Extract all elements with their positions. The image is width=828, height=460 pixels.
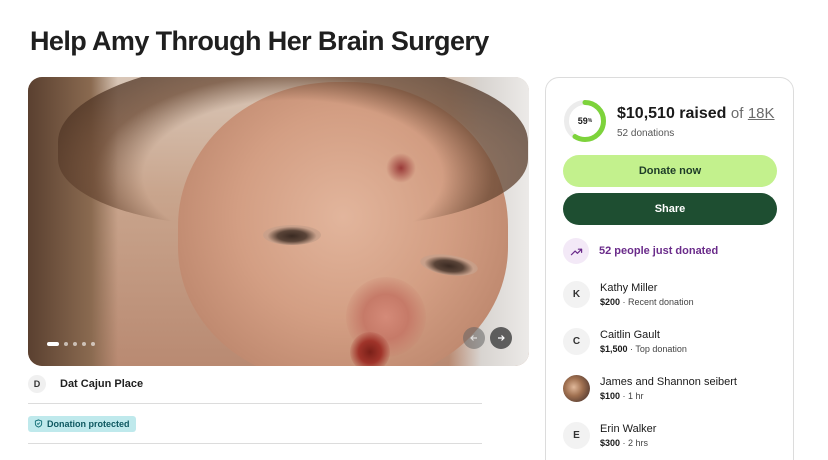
donation-card: 59% $10,510 raised of 18K 52 donations D…: [545, 77, 794, 460]
donation-amount: $300: [600, 438, 621, 448]
donor-item: K Kathy Miller $200 · Recent donation: [563, 281, 694, 308]
donor-name: Kathy Miller: [600, 282, 658, 294]
organizer[interactable]: D Dat Cajun Place: [28, 375, 143, 393]
progress-ring: 59%: [563, 99, 607, 143]
next-slide-button[interactable]: [490, 327, 512, 349]
donor-item: James and Shannon seibert $100 · 1 hr: [563, 375, 737, 402]
organizer-name[interactable]: Dat Cajun Place: [60, 378, 143, 390]
share-button[interactable]: Share: [563, 193, 777, 225]
donation-count: 52 donations: [617, 128, 675, 139]
donor-name: James and Shannon seibert: [600, 376, 737, 388]
donor-avatar: [563, 375, 590, 402]
donate-now-button[interactable]: Donate now: [563, 155, 777, 187]
goal-link[interactable]: 18K: [748, 105, 775, 122]
donation-amount: $1,500: [600, 344, 628, 354]
donation-note: · Recent donation: [620, 297, 694, 307]
donor-item: C Caitlin Gault $1,500 · Top donation: [563, 328, 687, 355]
badge-label: Donation protected: [47, 419, 130, 429]
donation-note: · 2 hrs: [620, 438, 649, 448]
campaign-photo[interactable]: [28, 77, 529, 366]
slide-indicator[interactable]: [47, 342, 95, 346]
amount-raised: $10,510 raised of 18K: [617, 105, 775, 122]
donor-avatar: E: [563, 422, 590, 449]
slide-dot[interactable]: [64, 342, 68, 346]
donation-note: · 1 hr: [620, 391, 644, 401]
progress-percent: 59: [577, 116, 588, 126]
arrow-left-icon: [470, 335, 477, 341]
arrow-right-icon: [498, 335, 505, 341]
donor-avatar: K: [563, 281, 590, 308]
organizer-avatar: D: [28, 375, 46, 393]
slide-dot-active[interactable]: [47, 342, 59, 346]
donor-item: E Erin Walker $300 · 2 hrs: [563, 422, 656, 449]
slide-dot[interactable]: [82, 342, 86, 346]
previous-slide-button[interactable]: [463, 327, 485, 349]
recent-donations-indicator[interactable]: 52 people just donated: [563, 238, 718, 264]
divider: [28, 443, 482, 444]
donation-note: · Top donation: [627, 344, 687, 354]
trending-up-icon: [563, 238, 589, 264]
shield-icon: [34, 418, 43, 430]
donation-protected-badge[interactable]: Donation protected: [28, 416, 136, 432]
slide-dot[interactable]: [73, 342, 77, 346]
slide-dot[interactable]: [91, 342, 95, 346]
divider: [28, 403, 482, 404]
recent-donations-text: 52 people just donated: [599, 245, 719, 257]
page-title: Help Amy Through Her Brain Surgery: [30, 26, 489, 56]
donor-avatar: C: [563, 328, 590, 355]
donation-amount: $200: [600, 297, 621, 307]
donation-amount: $100: [600, 391, 621, 401]
donor-name: Caitlin Gault: [600, 329, 660, 341]
donor-name: Erin Walker: [600, 423, 657, 435]
